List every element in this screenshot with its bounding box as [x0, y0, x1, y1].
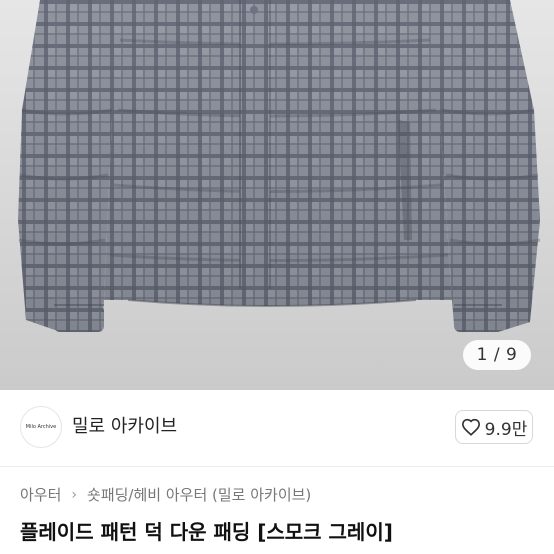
like-count: 9.9만: [484, 419, 528, 440]
product-page: 1 / 9 Milo Archive 밀로 아카이브 9.9만 아우터 › 숏패…: [0, 0, 554, 554]
seller-name[interactable]: 밀로 아카이브: [72, 414, 177, 440]
breadcrumb: 아우터 › 숏패딩/헤비 아우터 (밀로 아카이브): [20, 484, 311, 506]
heart-icon: [461, 418, 480, 436]
jacket-photo: [0, 0, 554, 390]
breadcrumb-item-category[interactable]: 숏패딩/헤비 아우터 (밀로 아카이브): [87, 484, 311, 506]
image-counter: 1 / 9: [463, 340, 531, 370]
chevron-right-icon: ›: [71, 487, 78, 503]
seller-avatar[interactable]: Milo Archive: [20, 406, 62, 448]
product-image-gallery[interactable]: 1 / 9: [0, 0, 554, 390]
product-title: 플레이드 패턴 덕 다운 패딩 [스모크 그레이]: [20, 520, 393, 544]
like-button[interactable]: 9.9만: [455, 410, 533, 444]
seller-avatar-text: Milo Archive: [25, 424, 57, 430]
divider: [0, 466, 554, 467]
breadcrumb-item-outer[interactable]: 아우터: [20, 484, 61, 506]
